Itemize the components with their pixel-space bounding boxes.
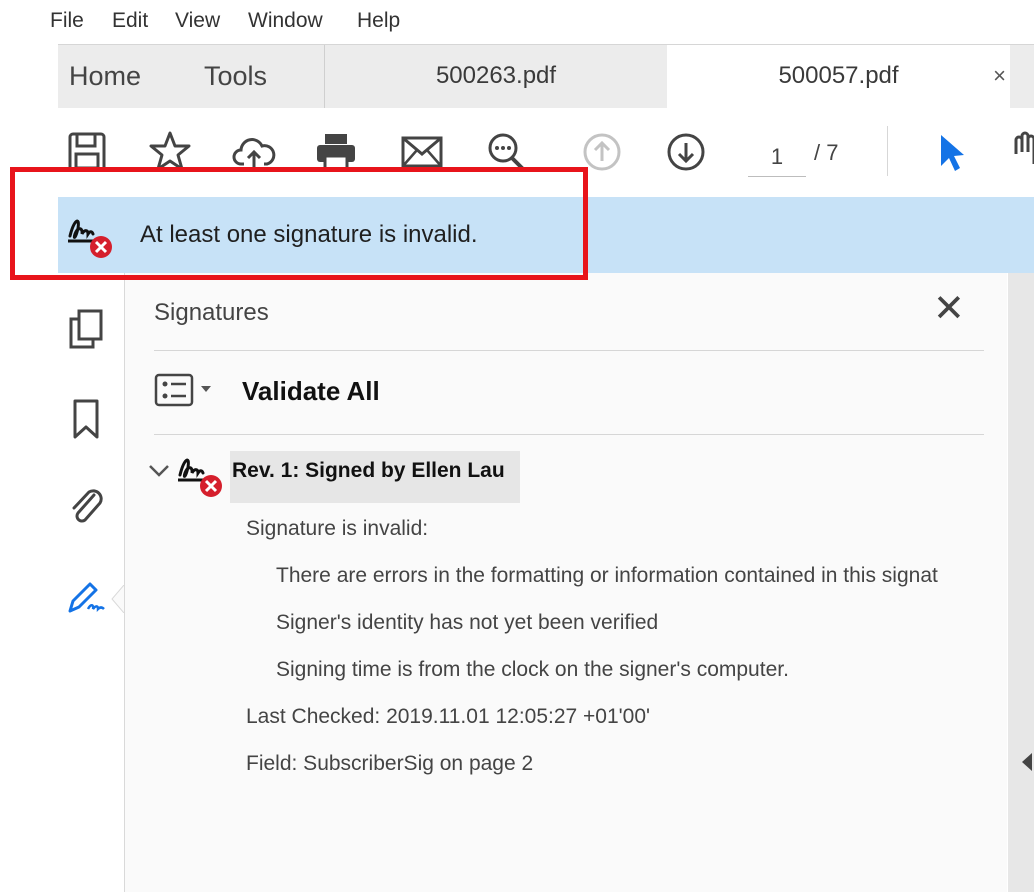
signature-status: Signature is invalid:	[246, 517, 429, 540]
bookmark-icon[interactable]	[64, 397, 108, 441]
chevron-down-icon[interactable]	[199, 384, 213, 394]
menu-help[interactable]: Help	[357, 9, 400, 33]
tab-tools[interactable]: Tools	[204, 45, 267, 109]
select-arrow-icon[interactable]	[930, 130, 974, 174]
page-total-label: / 7	[814, 140, 839, 165]
attachment-icon[interactable]	[64, 483, 108, 527]
menu-edit[interactable]: Edit	[112, 9, 148, 33]
hand-tool-icon[interactable]	[1004, 130, 1034, 174]
menu-window[interactable]: Window	[248, 9, 323, 33]
acrobat-window: File Edit View Window Help Home Tools 50…	[50, 0, 1034, 892]
close-panel-icon[interactable]: ✕	[933, 289, 965, 329]
signature-field: Field: SubscriberSig on page 2	[246, 752, 534, 775]
annotation-highlight-box	[10, 167, 588, 280]
signature-invalid-icon	[178, 458, 222, 497]
collapse-arrow-icon[interactable]	[1020, 751, 1032, 773]
pages-icon[interactable]	[64, 307, 108, 351]
expand-chevron-icon[interactable]	[147, 461, 171, 481]
page-down-icon[interactable]	[664, 130, 708, 174]
panel-title: Signatures	[154, 299, 269, 326]
menu-file[interactable]: File	[50, 9, 84, 33]
signature-reason: Signer's identity has not yet been verif…	[276, 611, 659, 634]
panel-divider	[154, 350, 984, 351]
signatures-panel: Signatures ✕ Validate All Rev. 1: Signed…	[125, 273, 1007, 892]
options-menu-icon[interactable]	[154, 372, 194, 408]
page-number-input[interactable]	[748, 138, 806, 177]
panel-divider	[154, 434, 984, 435]
tab-document-label: 500263.pdf	[435, 62, 557, 89]
signature-reason: There are errors in the formatting or in…	[276, 564, 938, 587]
last-checked: Last Checked: 2019.11.01 12:05:27 +01'00…	[246, 705, 651, 728]
document-pane-edge	[1008, 273, 1034, 892]
signature-revision-label[interactable]: Rev. 1: Signed by Ellen Lau	[232, 459, 505, 483]
tab-bar: Home Tools 500263.pdf 500057.pdf ×	[58, 44, 1034, 110]
tab-document-label: 500057.pdf	[778, 62, 899, 89]
tab-home[interactable]: Home	[69, 45, 141, 109]
toolbar-divider	[887, 126, 888, 176]
tab-document-500057[interactable]: 500057.pdf	[667, 45, 1010, 110]
menu-bar: File Edit View Window Help	[50, 0, 1034, 44]
tab-document-500263[interactable]: 500263.pdf	[324, 45, 668, 109]
active-panel-pointer	[111, 585, 124, 613]
signature-reason: Signing time is from the clock on the si…	[276, 658, 789, 681]
validate-all-button[interactable]: Validate All	[242, 376, 380, 407]
navigation-rail	[58, 273, 125, 892]
menu-view[interactable]: View	[175, 9, 220, 33]
signature-panel-icon[interactable]	[64, 575, 108, 619]
close-tab-icon[interactable]: ×	[993, 45, 1006, 107]
